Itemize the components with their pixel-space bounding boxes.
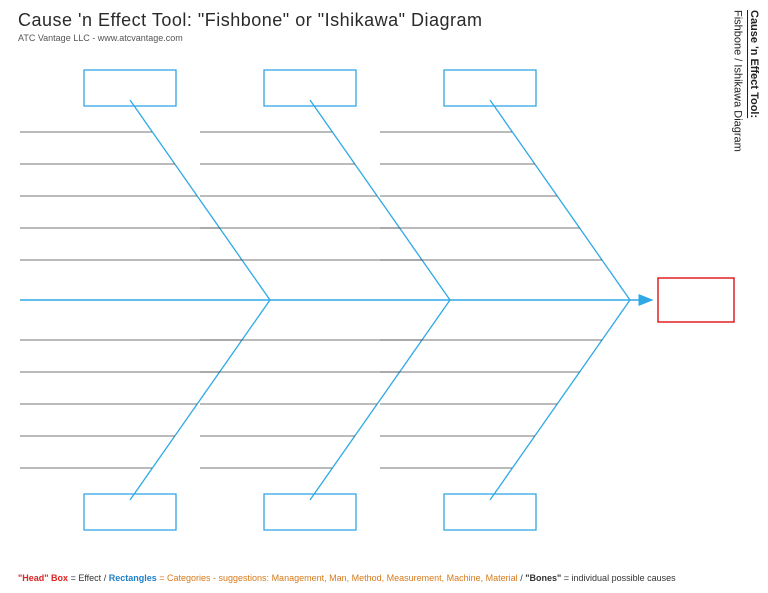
legend-head-label: "Head" Box — [18, 573, 68, 583]
rib-top-2 — [310, 100, 450, 300]
legend-bones-label: "Bones" — [525, 573, 561, 583]
legend-rect-def-prefix: = Categories - suggestions: — [159, 573, 271, 583]
rib-top-1 — [130, 100, 270, 300]
rib-top-3 — [490, 100, 630, 300]
legend: "Head" Box = Effect / Rectangles = Categ… — [18, 573, 676, 583]
header: Cause 'n Effect Tool: "Fishbone" or "Ish… — [18, 10, 483, 43]
legend-head-def: = Effect — [71, 573, 102, 583]
legend-rect-label: Rectangles — [109, 573, 157, 583]
fishbone-diagram — [0, 40, 768, 560]
legend-rect-def-list: Management, Man, Method, Measurement, Ma… — [272, 573, 518, 583]
rib-bottom-1 — [130, 300, 270, 500]
head-box[interactable] — [658, 278, 734, 322]
legend-bones-def: = individual possible causes — [564, 573, 676, 583]
rib-bottom-3 — [490, 300, 630, 500]
page-title: Cause 'n Effect Tool: "Fishbone" or "Ish… — [18, 10, 483, 31]
rib-bottom-2 — [310, 300, 450, 500]
